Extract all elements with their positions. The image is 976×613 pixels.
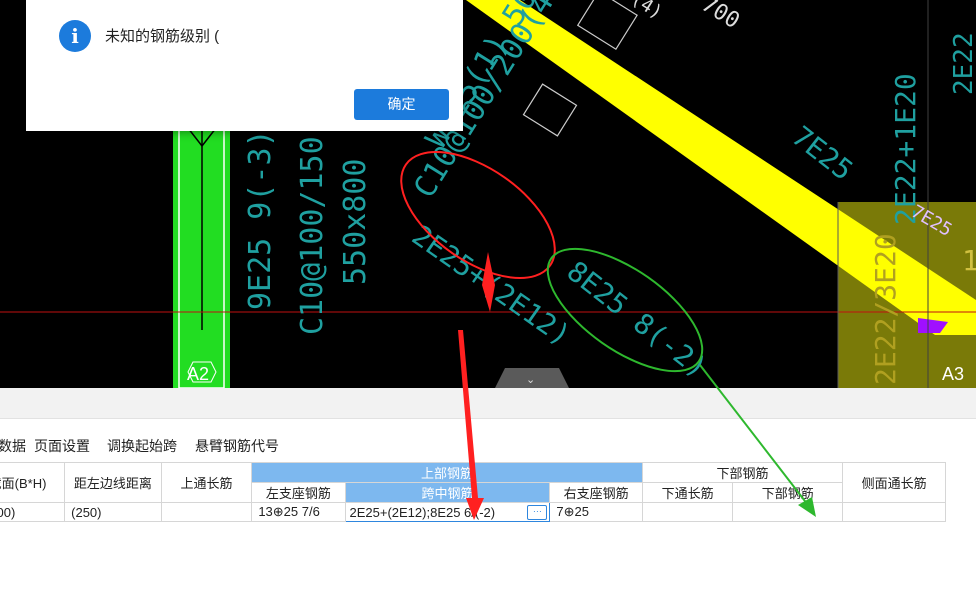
rebar-table: 截面(B*H) 距左边线距离 上通长筋 上部钢筋 下部钢筋 侧面通长筋 左支座钢… (0, 462, 946, 522)
cell-section[interactable]: 0*700) (0, 502, 66, 522)
cell-bottom-long[interactable] (641, 502, 734, 522)
cell-bottom-bar[interactable] (732, 502, 844, 522)
chevron-down-icon: ⌄ (526, 373, 535, 386)
text-col-size: 550x800 (338, 159, 373, 285)
cell-offset[interactable]: (250) (64, 502, 162, 522)
header-left-support: 左支座钢筋 (251, 482, 346, 503)
dialog-message: 未知的钢筋级别 ( (105, 28, 220, 45)
header-mid-span: 跨中钢筋 (344, 482, 551, 503)
axis-label-a3: A3 (942, 364, 964, 384)
header-section: 截面(B*H) (0, 462, 66, 503)
header-offset: 距左边线距离 (64, 462, 162, 503)
mid-span-value[interactable]: 2E25+(2E12);8E25 6/(-2) (350, 505, 496, 520)
menu-item-cantilever-code[interactable]: 悬臂钢筋代号 (195, 436, 279, 456)
header-right-support: 右支座钢筋 (549, 482, 643, 503)
cell-right-support[interactable]: 7⊕25 (549, 502, 643, 522)
message-dialog: i 未知的钢筋级别 ( 确定 (26, 0, 463, 131)
info-icon: i (59, 20, 91, 52)
header-bottom-bar: 下部钢筋 (732, 482, 844, 503)
table-header-row-1: 截面(B*H) 距左边线距离 上通长筋 上部钢筋 下部钢筋 侧面通长筋 (0, 462, 946, 503)
cell-top-long[interactable] (160, 502, 253, 522)
more-options-button[interactable]: ··· (527, 504, 548, 520)
ok-button[interactable]: 确定 (354, 89, 449, 120)
panel-toolbar-strip (0, 388, 976, 419)
header-bottom-long: 下通长筋 (641, 482, 734, 503)
text-right-edge: 10 (962, 244, 976, 277)
menu-item-page-setup[interactable]: 页面设置 (34, 436, 90, 456)
header-side-long: 侧面通长筋 (842, 462, 946, 503)
header-group-top: 上部钢筋 (251, 462, 643, 483)
header-top-long: 上通长筋 (160, 462, 253, 503)
bottom-panel: 数据 页面设置 调换起始跨 悬臂钢筋代号 截面(B*H) 距左边线距离 上通长筋… (0, 388, 976, 613)
menu-item-data[interactable]: 数据 (0, 436, 26, 456)
axis-label-a2: A2 (187, 364, 209, 384)
cell-left-support[interactable]: 13⊕25 7/6 (251, 502, 346, 522)
table-row: 0*700) (250) 13⊕25 7/6 2E25+(2E12);8E25 … (0, 502, 946, 522)
cell-side-long[interactable] (842, 502, 946, 522)
text-right-3: 2E22 (949, 32, 976, 95)
cell-mid-span[interactable]: 2E25+(2E12);8E25 6/(-2) ··· (344, 502, 551, 522)
text-col-bottom: 9E25 9(-3) (243, 129, 278, 310)
menu-item-swap-start-span[interactable]: 调换起始跨 (107, 436, 177, 456)
header-group-bottom: 下部钢筋 (641, 462, 844, 483)
text-right-2: 2E22/3E20 (869, 233, 902, 385)
